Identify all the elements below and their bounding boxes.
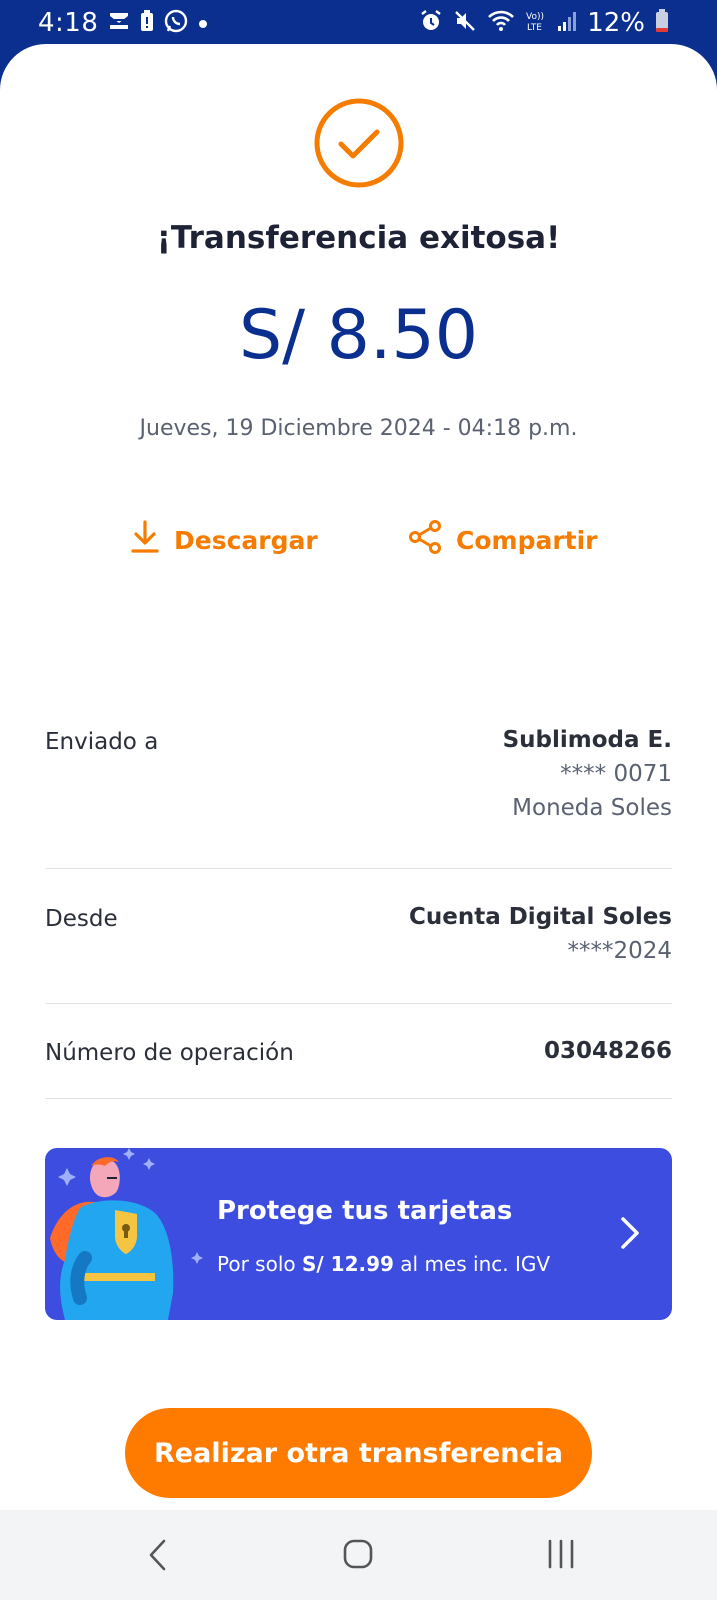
promo-subtitle: Por solo S/ 12.99 al mes inc. IGV xyxy=(217,1252,550,1276)
svg-text:Vo)): Vo)) xyxy=(526,12,544,22)
status-bar-right: Vo)) LTE 12% xyxy=(419,8,669,38)
share-button[interactable]: Compartir xyxy=(408,520,598,560)
signal-icon xyxy=(557,10,577,36)
superhero-illustration xyxy=(45,1148,210,1320)
recipient-currency: Moneda Soles xyxy=(512,795,672,821)
mute-icon xyxy=(453,9,477,37)
sent-to-values: Sublimoda E. **** 0071 Moneda Soles xyxy=(503,727,672,821)
sent-to-label: Enviado a xyxy=(45,729,159,755)
promo-title: Protege tus tarjetas xyxy=(217,1196,513,1226)
operation-values: 03048266 xyxy=(544,1038,672,1064)
wifi-icon xyxy=(487,9,515,37)
recent-apps-icon[interactable] xyxy=(546,1538,576,1574)
success-title: ¡Transferencia exitosa! xyxy=(156,220,561,256)
mail-x-icon xyxy=(108,11,130,35)
volte-icon: Vo)) LTE xyxy=(525,9,547,37)
new-transfer-button[interactable]: Realizar otra transferencia xyxy=(125,1408,592,1498)
promo-sub-prefix: Por solo xyxy=(217,1252,302,1276)
transfer-datetime: Jueves, 19 Diciembre 2024 - 04:18 p.m. xyxy=(139,416,578,441)
battery-icon xyxy=(655,9,669,37)
back-icon[interactable] xyxy=(148,1538,168,1576)
source-account-name: Cuenta Digital Soles xyxy=(408,904,672,930)
operation-number: 03048266 xyxy=(543,1038,672,1064)
detail-row-from: Desde Cuenta Digital Soles ****2024 xyxy=(45,869,672,1004)
source-account-number: ****2024 xyxy=(567,938,672,964)
battery-alert-icon xyxy=(140,10,154,36)
dot-icon xyxy=(198,14,208,33)
check-circle-icon xyxy=(312,96,406,190)
status-bar-left: 4:18 xyxy=(38,8,208,38)
home-icon[interactable] xyxy=(342,1538,374,1574)
receipt-sheet: ¡Transferencia exitosa! S/ 8.50 Jueves, … xyxy=(0,44,717,1510)
promo-price: S/ 12.99 xyxy=(301,1252,394,1276)
transfer-details: Enviado a Sublimoda E. **** 0071 Moneda … xyxy=(45,680,672,1099)
chevron-right-icon xyxy=(620,1216,640,1254)
detail-row-sent-to: Enviado a Sublimoda E. **** 0071 Moneda … xyxy=(45,680,672,869)
system-navigation-bar xyxy=(0,1510,717,1600)
from-values: Cuenta Digital Soles ****2024 xyxy=(409,904,672,964)
status-time: 4:18 xyxy=(38,8,99,38)
promo-sub-suffix: al mes inc. IGV xyxy=(393,1252,551,1276)
status-bar: 4:18 Vo)) LTE 12% xyxy=(0,0,717,50)
promo-banner-protect-cards[interactable]: Protege tus tarjetas Por solo S/ 12.99 a… xyxy=(45,1148,672,1320)
alarm-icon xyxy=(419,9,443,37)
operation-label: Número de operación xyxy=(45,1040,294,1066)
recipient-account: **** 0071 xyxy=(560,761,672,787)
share-label: Compartir xyxy=(456,525,598,555)
from-label: Desde xyxy=(45,906,118,932)
share-icon xyxy=(408,520,442,560)
recipient-name: Sublimoda E. xyxy=(502,727,672,753)
battery-percent: 12% xyxy=(587,8,645,38)
download-button[interactable]: Descargar xyxy=(130,520,318,560)
transfer-amount: S/ 8.50 xyxy=(238,296,479,375)
download-icon xyxy=(130,520,160,560)
svg-text:LTE: LTE xyxy=(527,23,542,33)
download-label: Descargar xyxy=(174,525,318,555)
receipt-actions: Descargar Compartir xyxy=(0,520,717,570)
detail-row-operation: Número de operación 03048266 xyxy=(45,1004,672,1099)
whatsapp-icon xyxy=(164,9,188,37)
